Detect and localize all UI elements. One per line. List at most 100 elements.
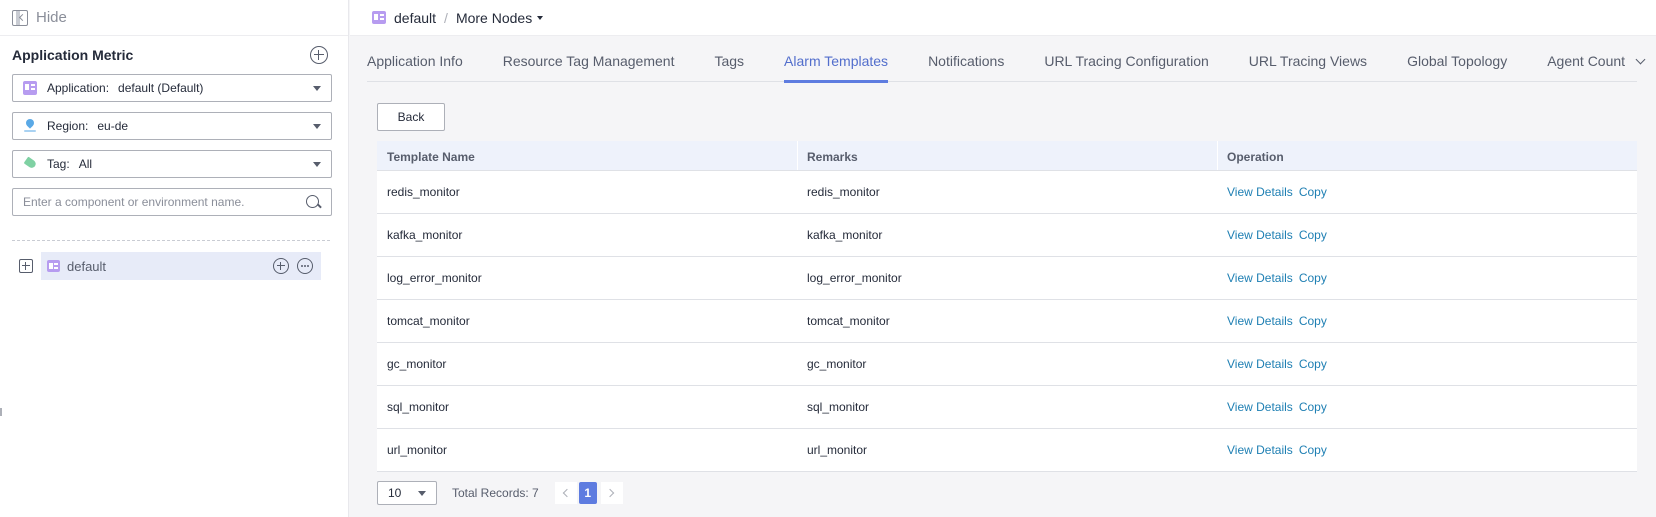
- add-node-icon[interactable]: [273, 258, 289, 274]
- column-header-remarks: Remarks: [797, 141, 1217, 170]
- operation-cell: View Details Copy: [1217, 357, 1637, 371]
- remarks-cell: gc_monitor: [807, 357, 867, 371]
- back-button[interactable]: Back: [377, 103, 445, 131]
- view-details-link[interactable]: View Details: [1227, 271, 1293, 285]
- operation-cell: View Details Copy: [1217, 314, 1637, 328]
- remarks-cell: url_monitor: [807, 443, 868, 457]
- copy-link[interactable]: Copy: [1299, 228, 1327, 242]
- add-application-icon[interactable]: [310, 46, 328, 64]
- collapse-panel-icon: [12, 9, 28, 26]
- page-size-value: 10: [388, 486, 402, 500]
- tab-notifications[interactable]: Notifications: [928, 45, 1004, 82]
- column-header-operation: Operation: [1217, 141, 1637, 170]
- tab-url-tracing-views[interactable]: URL Tracing Views: [1249, 45, 1367, 82]
- tab-resource-tag-management[interactable]: Resource Tag Management: [503, 45, 675, 82]
- view-details-link[interactable]: View Details: [1227, 443, 1293, 457]
- copy-link[interactable]: Copy: [1299, 400, 1327, 414]
- application-icon: [47, 260, 60, 272]
- table-header: Template Name Remarks Operation: [377, 141, 1637, 171]
- previous-page-button[interactable]: [554, 482, 577, 504]
- sidebar-title: Application Metric: [12, 47, 134, 63]
- application-select-label: Application:: [47, 81, 110, 95]
- template-name-cell: log_error_monitor: [387, 271, 482, 285]
- search-icon[interactable]: [306, 195, 321, 210]
- template-name-cell: sql_monitor: [387, 400, 450, 414]
- more-options-icon[interactable]: [297, 258, 313, 274]
- total-records: Total Records: 7: [452, 486, 539, 500]
- page-number-button[interactable]: 1: [578, 482, 597, 504]
- region-select[interactable]: Region: eu-de: [12, 112, 332, 140]
- remarks-cell: log_error_monitor: [807, 271, 902, 285]
- tab-tags[interactable]: Tags: [714, 45, 744, 82]
- operation-cell: View Details Copy: [1217, 400, 1637, 414]
- table-row: kafka_monitor kafka_monitor View Details Co…: [377, 214, 1637, 257]
- view-details-link[interactable]: View Details: [1227, 228, 1293, 242]
- caret-down-icon: [537, 15, 544, 20]
- remarks-cell: tomcat_monitor: [807, 314, 890, 328]
- application-select-value: default (Default): [118, 81, 204, 95]
- breadcrumb: default / More Nodes: [350, 0, 1656, 36]
- template-name-cell: url_monitor: [387, 443, 448, 457]
- application-icon: [23, 81, 37, 95]
- app-root: Hide Application Metric Application: def…: [0, 0, 1656, 517]
- view-details-link[interactable]: View Details: [1227, 314, 1293, 328]
- caret-down-icon: [313, 86, 321, 91]
- tab-url-tracing-configuration[interactable]: URL Tracing Configuration: [1044, 45, 1208, 82]
- tag-select[interactable]: Tag: All: [12, 150, 332, 178]
- more-nodes-label: More Nodes: [455, 9, 533, 26]
- operation-cell: View Details Copy: [1217, 228, 1637, 242]
- region-select-label: Region:: [47, 119, 89, 133]
- table-body: redis_monitor redis_monitor View Details Co…: [377, 171, 1637, 472]
- tab-application-info[interactable]: Application Info: [367, 45, 463, 82]
- component-search: [12, 188, 332, 216]
- hide-label: Hide: [36, 9, 67, 26]
- breadcrumb-current[interactable]: default: [394, 10, 436, 26]
- hide-sidebar-button[interactable]: Hide: [0, 0, 348, 36]
- sidebar-header: Application Metric: [0, 36, 348, 74]
- next-page-button[interactable]: [600, 482, 623, 504]
- operation-cell: View Details Copy: [1217, 271, 1637, 285]
- remarks-cell: kafka_monitor: [807, 228, 883, 242]
- resize-handle[interactable]: [0, 408, 2, 416]
- main-content: default / More Nodes Application Info Re…: [350, 0, 1656, 517]
- tab-agent-count[interactable]: Agent Count: [1547, 45, 1646, 82]
- operation-cell: View Details Copy: [1217, 185, 1637, 199]
- page-size-select[interactable]: 10: [377, 481, 437, 505]
- template-name-cell: gc_monitor: [387, 357, 447, 371]
- tag-select-label: Tag:: [47, 157, 70, 171]
- breadcrumb-separator: /: [444, 9, 448, 26]
- column-header-template-name: Template Name: [387, 150, 475, 164]
- copy-link[interactable]: Copy: [1299, 185, 1327, 199]
- chevron-right-icon: [605, 488, 615, 498]
- caret-down-icon: [418, 491, 426, 496]
- more-nodes-dropdown[interactable]: More Nodes: [455, 9, 544, 26]
- copy-link[interactable]: Copy: [1299, 271, 1327, 285]
- copy-link[interactable]: Copy: [1299, 443, 1327, 457]
- template-name-cell: redis_monitor: [387, 185, 460, 199]
- remarks-cell: redis_monitor: [807, 185, 880, 199]
- sidebar: Hide Application Metric Application: def…: [0, 0, 349, 517]
- tab-alarm-templates[interactable]: Alarm Templates: [784, 45, 889, 83]
- view-details-link[interactable]: View Details: [1227, 357, 1293, 371]
- caret-down-icon: [313, 162, 321, 167]
- copy-link[interactable]: Copy: [1299, 357, 1327, 371]
- region-select-value: eu-de: [97, 119, 129, 133]
- tree-item: default: [0, 252, 348, 280]
- tab-global-topology[interactable]: Global Topology: [1407, 45, 1507, 82]
- template-name-cell: tomcat_monitor: [387, 314, 470, 328]
- table-row: tomcat_monitor tomcat_monitor View Details…: [377, 300, 1637, 343]
- tree-node-default[interactable]: default: [41, 252, 321, 280]
- copy-link[interactable]: Copy: [1299, 314, 1327, 328]
- tag-select-value: All: [78, 157, 93, 171]
- view-details-link[interactable]: View Details: [1227, 185, 1293, 199]
- operation-cell: View Details Copy: [1217, 443, 1637, 457]
- component-search-input[interactable]: [23, 195, 293, 209]
- application-select[interactable]: Application: default (Default): [12, 74, 332, 102]
- view-details-link[interactable]: View Details: [1227, 400, 1293, 414]
- expand-icon[interactable]: [19, 259, 33, 273]
- chevron-down-icon[interactable]: [1635, 54, 1646, 65]
- table-row: url_monitor url_monitor View Details Copy: [377, 429, 1637, 472]
- caret-down-icon: [313, 124, 321, 129]
- table-row: gc_monitor gc_monitor View Details Copy: [377, 343, 1637, 386]
- chevron-left-icon: [562, 488, 572, 498]
